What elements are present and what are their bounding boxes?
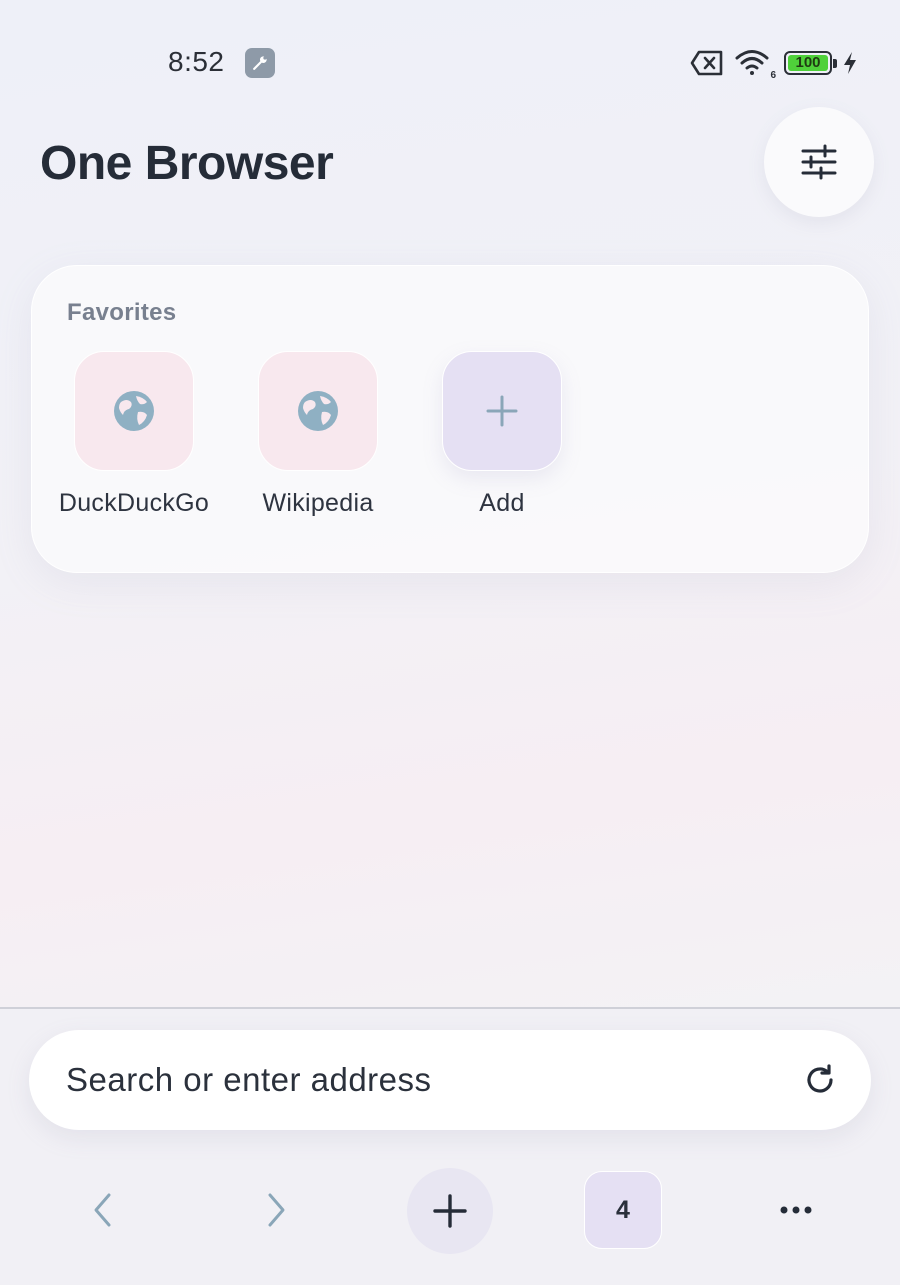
reload-icon[interactable] bbox=[803, 1063, 837, 1097]
favorite-label: Add bbox=[479, 489, 525, 517]
favorite-duckduckgo[interactable]: DuckDuckGo bbox=[42, 351, 226, 518]
wrench-icon bbox=[245, 48, 275, 78]
globe-icon bbox=[114, 391, 154, 431]
wifi-standard-label: 6 bbox=[770, 70, 776, 81]
globe-icon bbox=[298, 391, 338, 431]
chevron-left-icon bbox=[94, 1193, 111, 1227]
battery-icon: 100 bbox=[784, 51, 837, 75]
plus-icon bbox=[433, 1194, 467, 1228]
charging-bolt-icon bbox=[844, 52, 856, 74]
plus-icon bbox=[486, 395, 518, 427]
chevron-right-icon bbox=[268, 1193, 285, 1227]
favorites-card: Favorites DuckDuckGo Wikipedia Add bbox=[31, 265, 869, 573]
favorite-wikipedia[interactable]: Wikipedia bbox=[226, 351, 410, 518]
bottom-nav: 4 bbox=[0, 1165, 900, 1255]
wifi-icon: 6 bbox=[734, 47, 776, 81]
status-time: 8:52 bbox=[168, 46, 225, 77]
add-favorite-button[interactable]: Add bbox=[410, 351, 594, 518]
new-tab-button[interactable] bbox=[407, 1168, 493, 1254]
favorite-label: Wikipedia bbox=[262, 489, 374, 517]
status-icons: 6 100 bbox=[690, 46, 858, 81]
page-title: One Browser bbox=[40, 137, 334, 190]
menu-button[interactable] bbox=[770, 1185, 822, 1235]
no-sim-icon bbox=[690, 50, 723, 76]
favorites-heading: Favorites bbox=[67, 299, 177, 326]
search-input[interactable] bbox=[66, 1060, 766, 1100]
status-bar: 8:52 6 100 bbox=[0, 0, 900, 120]
battery-level: 100 bbox=[788, 55, 828, 71]
tab-count-button[interactable]: 4 bbox=[584, 1171, 662, 1249]
back-button[interactable] bbox=[78, 1185, 128, 1235]
favorite-tile[interactable] bbox=[258, 351, 378, 471]
favorite-tile[interactable] bbox=[74, 351, 194, 471]
sliders-icon bbox=[801, 144, 837, 180]
forward-button[interactable] bbox=[251, 1185, 301, 1235]
address-bar[interactable] bbox=[29, 1030, 871, 1130]
more-horizontal-icon bbox=[780, 1206, 812, 1214]
favorite-label: DuckDuckGo bbox=[58, 489, 210, 517]
settings-button[interactable] bbox=[764, 107, 874, 217]
add-favorite-tile[interactable] bbox=[442, 351, 562, 471]
